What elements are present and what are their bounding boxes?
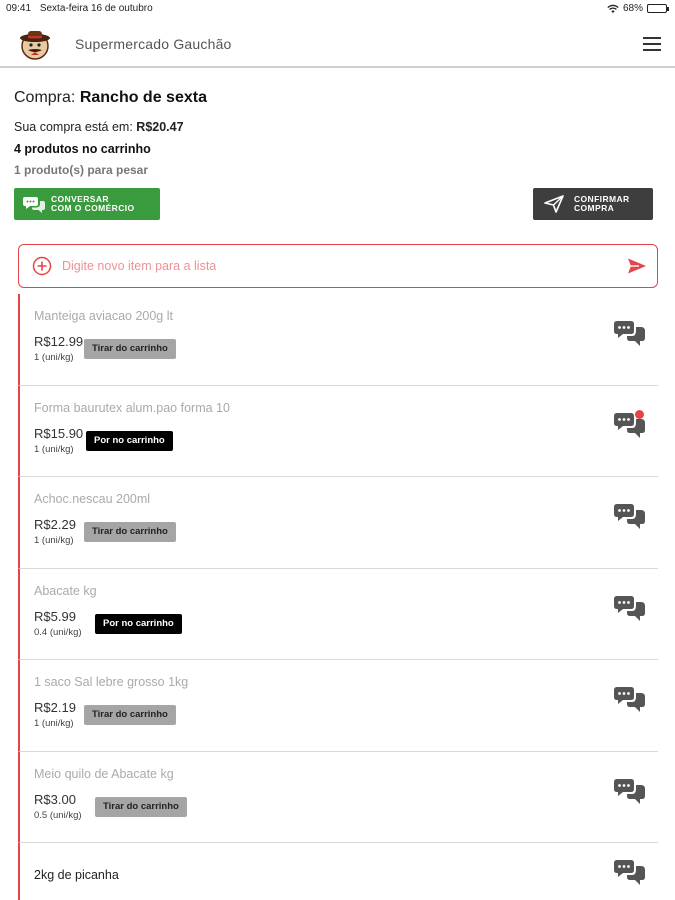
- item-price: R$12.99: [34, 334, 84, 349]
- confirm-button-line2: compra: [574, 203, 615, 213]
- item-name: Abacate kg: [34, 583, 97, 598]
- cart-count: 4 produtos no carrinho: [14, 142, 151, 156]
- item-price: R$2.19: [34, 700, 76, 715]
- purchase-total: Sua compra está em: R$20.47: [14, 120, 184, 134]
- status-date: Sexta-feira 16 de outubro: [39, 3, 153, 14]
- remove-from-cart-button[interactable]: Tirar do carrinho: [95, 796, 187, 817]
- store-logo-icon[interactable]: [19, 28, 51, 60]
- app-header: Supermercado Gauchão: [0, 20, 675, 68]
- plus-circle-icon[interactable]: [32, 256, 52, 276]
- item-price: R$15.90: [34, 425, 84, 441]
- chat-with-store-button[interactable]: Conversar com o comércio: [14, 188, 160, 220]
- item-name: Achoc.nescau 200ml: [34, 492, 151, 506]
- list-item[interactable]: Meio quilo de Abacate kg R$3.00 0.5 (uni/k…: [18, 751, 658, 843]
- list-item[interactable]: Manteiga aviacao 200g lt R$12.99 1 (uni/kg…: [18, 294, 658, 386]
- confirm-purchase-button[interactable]: Confirmar compra: [533, 188, 653, 220]
- chat-bubbles-icon[interactable]: [614, 595, 646, 623]
- status-bar: 09:41 Sexta-feira 16 de outubro 68%: [0, 0, 675, 18]
- weigh-count: 1 produto(s) para pesar: [14, 163, 149, 177]
- item-quantity: 0.5 (uni/kg): [34, 809, 82, 821]
- item-name: 1 saco Sal lebre grosso 1kg: [34, 675, 189, 689]
- notification-dot: [635, 409, 644, 419]
- list-item[interactable]: Forma baurutex alum.pao forma 10 R$15.90 1…: [18, 385, 658, 477]
- list-item[interactable]: Achoc.nescau 200ml R$2.29 1 (uni/kg) Tirar …: [18, 477, 658, 569]
- new-item-input[interactable]: [62, 259, 627, 273]
- total-label: Sua compra está em:: [14, 120, 133, 134]
- list-item[interactable]: Abacate kg R$5.99 0.4 (uni/kg) Por no carri…: [18, 568, 658, 660]
- item-quantity: 0.4 (uni/kg): [34, 626, 82, 638]
- chat-bubbles-icon: [23, 197, 45, 213]
- chat-button-line2: com o comércio: [51, 203, 135, 213]
- battery-icon: [647, 4, 669, 13]
- chat-bubbles-icon[interactable]: [614, 686, 646, 714]
- purchase-name: Rancho de sexta: [79, 89, 207, 106]
- remove-from-cart-button[interactable]: Tirar do carrinho: [84, 339, 176, 359]
- chat-bubbles-icon[interactable]: [614, 859, 646, 887]
- item-name: Meio quilo de Abacate kg: [34, 766, 174, 781]
- item-name: 2kg de picanha: [34, 868, 119, 882]
- list-item[interactable]: 1 saco Sal lebre grosso 1kg R$2.19 1 (uni/…: [18, 660, 658, 752]
- item-price: R$2.29: [34, 517, 76, 532]
- add-to-cart-button[interactable]: Por no carrinho: [86, 430, 173, 451]
- item-quantity: 1 (uni/kg): [34, 352, 74, 363]
- status-time: 09:41: [6, 3, 32, 14]
- item-price: R$5.99: [34, 608, 76, 624]
- purchase-label: Compra:: [14, 89, 76, 106]
- item-name: Manteiga aviacao 200g lt: [34, 309, 173, 323]
- chat-bubbles-icon[interactable]: [614, 503, 646, 531]
- remove-from-cart-button[interactable]: Tirar do carrinho: [84, 522, 176, 542]
- hamburger-menu-icon[interactable]: [643, 37, 661, 51]
- chat-bubbles-icon[interactable]: [614, 320, 646, 348]
- list-item[interactable]: 2kg de picanha: [18, 843, 658, 900]
- wifi-icon: [607, 4, 619, 13]
- add-to-cart-button[interactable]: Por no carrinho: [95, 613, 182, 634]
- chat-bubbles-icon[interactable]: [614, 778, 646, 806]
- battery-percent: 68%: [622, 3, 643, 14]
- item-quantity: 1 (uni/kg): [34, 718, 74, 729]
- send-arrow-icon[interactable]: [627, 257, 647, 275]
- total-value: R$20.47: [136, 120, 184, 134]
- new-item-field: [18, 244, 658, 288]
- item-price: R$3.00: [34, 791, 76, 807]
- store-name: Supermercado Gauchão: [75, 36, 232, 52]
- remove-from-cart-button[interactable]: Tirar do carrinho: [84, 705, 176, 725]
- paper-plane-icon: [544, 195, 564, 213]
- item-name: Forma baurutex alum.pao forma 10: [34, 400, 230, 415]
- item-quantity: 1 (uni/kg): [34, 535, 74, 546]
- item-quantity: 1 (uni/kg): [34, 443, 74, 455]
- shopping-list: Manteiga aviacao 200g lt R$12.99 1 (uni/kg…: [18, 294, 658, 900]
- purchase-title: Compra: Rancho de sexta: [14, 89, 207, 107]
